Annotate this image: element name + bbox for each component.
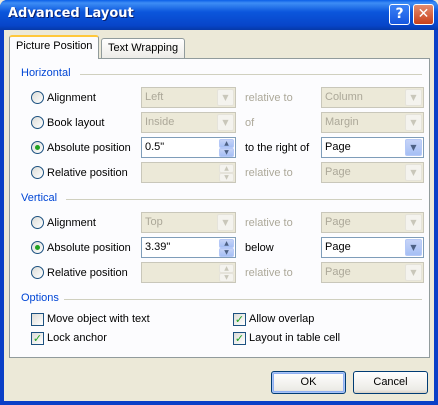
help-button[interactable]: ? [389, 4, 410, 25]
ok-button[interactable]: OK [271, 371, 346, 394]
options-section-title: Options [21, 292, 59, 304]
chevron-down-icon: ▼ [405, 114, 422, 131]
horizontal-relative-position-target: Page [325, 166, 351, 178]
horizontal-alignment-radio[interactable] [31, 91, 44, 104]
vertical-absolute-position-label: Absolute position [47, 242, 131, 254]
spin-up-icon[interactable]: ▲ [219, 239, 234, 248]
horizontal-section-title: Horizontal [21, 67, 71, 79]
vertical-absolute-position-target-select[interactable]: Page ▼ [321, 237, 424, 258]
vertical-absolute-position-value: 3.39" [145, 241, 171, 253]
allow-overlap-checkbox[interactable]: ✓ [233, 313, 246, 326]
vertical-divider [66, 199, 422, 200]
move-object-with-text-label: Move object with text [47, 313, 150, 325]
horizontal-absolute-position-relation: to the right of [245, 142, 310, 154]
dialog-client: Picture Position Text Wrapping Horizonta… [4, 30, 434, 401]
horizontal-relative-position-label: Relative position [47, 167, 128, 179]
vertical-relative-position-radio[interactable] [31, 266, 44, 279]
tab-text-wrapping[interactable]: Text Wrapping [101, 38, 186, 59]
title-bar[interactable]: Advanced Layout ? ✕ [0, 0, 438, 30]
spin-up-icon[interactable]: ▲ [219, 164, 234, 173]
options-divider [64, 299, 422, 300]
allow-overlap-label: Allow overlap [249, 313, 315, 325]
spin-down-icon[interactable]: ▼ [219, 148, 234, 157]
chevron-down-icon: ▼ [217, 114, 234, 131]
horizontal-absolute-position-spinner[interactable]: 0.5" ▲ ▼ [141, 137, 236, 158]
horizontal-alignment-relation: relative to [245, 92, 293, 104]
horizontal-alignment-select[interactable]: Left ▼ [141, 87, 236, 108]
horizontal-book-layout-of-select[interactable]: Margin ▼ [321, 112, 424, 133]
horizontal-relative-position-target-select[interactable]: Page ▼ [321, 162, 424, 183]
lock-anchor-checkbox[interactable]: ✓ [31, 332, 44, 345]
vertical-absolute-position-radio[interactable] [31, 241, 44, 254]
horizontal-alignment-label: Alignment [47, 92, 96, 104]
spin-up-icon[interactable]: ▲ [219, 264, 234, 273]
spin-down-icon[interactable]: ▼ [219, 248, 234, 257]
vertical-absolute-position-spinner[interactable]: 3.39" ▲ ▼ [141, 237, 236, 258]
spin-down-icon[interactable]: ▼ [219, 173, 234, 182]
vertical-alignment-target: Page [325, 216, 351, 228]
horizontal-book-layout-value: Inside [145, 116, 175, 128]
chevron-down-icon: ▼ [405, 164, 422, 181]
chevron-down-icon: ▼ [217, 89, 234, 106]
vertical-relative-position-spinner[interactable]: ▲ ▼ [141, 262, 236, 283]
lock-anchor-label: Lock anchor [47, 332, 107, 344]
spin-down-icon[interactable]: ▼ [219, 273, 234, 282]
advanced-layout-window: Advanced Layout ? ✕ Picture Position Tex… [0, 0, 438, 405]
vertical-alignment-value: Top [145, 216, 163, 228]
vertical-alignment-select[interactable]: Top ▼ [141, 212, 236, 233]
vertical-absolute-position-target: Page [325, 241, 351, 253]
layout-in-table-cell-label: Layout in table cell [249, 332, 341, 344]
close-button[interactable]: ✕ [413, 4, 434, 25]
vertical-alignment-label: Alignment [47, 217, 96, 229]
cancel-button[interactable]: Cancel [353, 371, 428, 394]
chevron-down-icon: ▼ [405, 264, 422, 281]
horizontal-alignment-value: Left [145, 91, 164, 103]
vertical-relative-position-target: Page [325, 266, 351, 278]
tab-picture-position[interactable]: Picture Position [9, 35, 100, 59]
move-object-with-text-checkbox[interactable] [31, 313, 44, 326]
horizontal-divider [80, 74, 422, 75]
vertical-absolute-position-relation: below [245, 242, 274, 254]
vertical-alignment-target-select[interactable]: Page ▼ [321, 212, 424, 233]
window-title: Advanced Layout [8, 6, 134, 21]
horizontal-absolute-position-target: Page [325, 141, 351, 153]
horizontal-alignment-relative-select[interactable]: Column ▼ [321, 87, 424, 108]
horizontal-book-layout-radio[interactable] [31, 116, 44, 129]
chevron-down-icon: ▼ [217, 214, 234, 231]
vertical-relative-position-relation: relative to [245, 267, 293, 279]
chevron-down-icon[interactable]: ▼ [405, 239, 422, 256]
vertical-relative-position-label: Relative position [47, 267, 128, 279]
vertical-relative-position-target-select[interactable]: Page ▼ [321, 262, 424, 283]
horizontal-book-layout-select[interactable]: Inside ▼ [141, 112, 236, 133]
spin-up-icon[interactable]: ▲ [219, 139, 234, 148]
vertical-alignment-radio[interactable] [31, 216, 44, 229]
horizontal-book-layout-relation: of [245, 117, 255, 129]
horizontal-book-layout-label: Book layout [47, 117, 105, 129]
chevron-down-icon: ▼ [405, 89, 422, 106]
chevron-down-icon[interactable]: ▼ [405, 139, 422, 156]
horizontal-book-layout-target: Margin [325, 116, 359, 128]
horizontal-absolute-position-target-select[interactable]: Page ▼ [321, 137, 424, 158]
vertical-alignment-relation: relative to [245, 217, 293, 229]
chevron-down-icon: ▼ [405, 214, 422, 231]
layout-in-table-cell-checkbox[interactable]: ✓ [233, 332, 246, 345]
horizontal-absolute-position-value: 0.5" [145, 141, 165, 153]
horizontal-relative-position-relation: relative to [245, 167, 293, 179]
horizontal-alignment-target: Column [325, 91, 363, 103]
vertical-section-title: Vertical [21, 192, 58, 204]
horizontal-absolute-position-radio[interactable] [31, 141, 44, 154]
tab-panel: Horizontal Alignment Left ▼ relative to … [9, 58, 430, 358]
horizontal-relative-position-spinner[interactable]: ▲ ▼ [141, 162, 236, 183]
horizontal-relative-position-radio[interactable] [31, 166, 44, 179]
horizontal-absolute-position-label: Absolute position [47, 142, 131, 154]
